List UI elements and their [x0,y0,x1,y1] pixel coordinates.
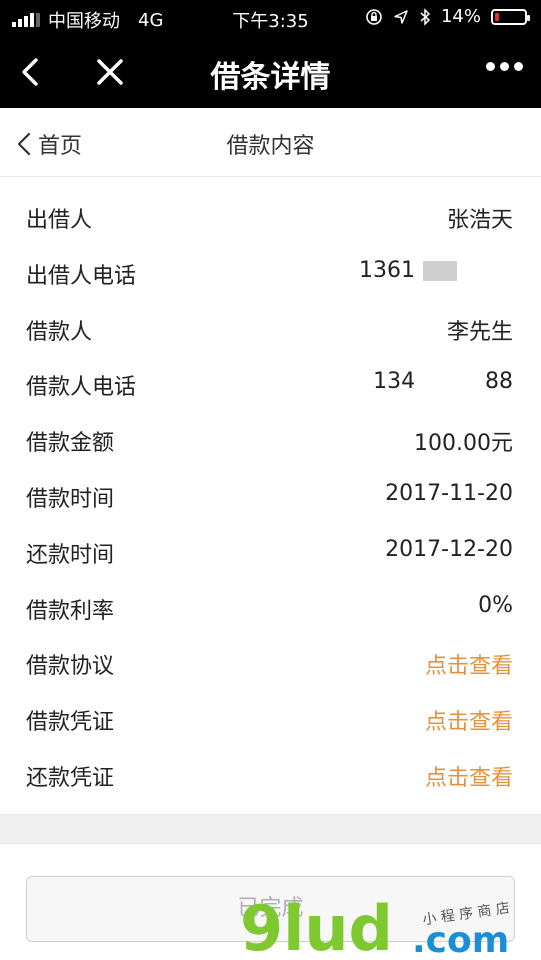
detail-row-interest-rate: 借款利率 0% [0,581,541,637]
row-label: 借款人电话 [26,375,137,401]
nav-title: 借条详情 [210,60,331,95]
row-label: 借款利率 [26,598,115,624]
row-label: 借款金额 [26,431,115,457]
view-repay-proof-link[interactable]: 点击查看 [425,760,513,792]
location-icon [394,9,408,24]
row-label: 出借人电话 [26,263,137,289]
row-value: 100.00元 [414,431,513,457]
row-label: 借款凭证 [26,710,115,736]
row-value: 张浩天 [446,208,513,233]
detail-row-lender-phone: 出借人电话 1361 [0,246,541,302]
detail-row-lender: 出借人 张浩天 [0,190,541,246]
battery-fill [495,12,500,21]
status-bar: 中国移动 4G 下午3:35 14% [0,0,541,36]
row-value: 李先生 [446,319,513,345]
row-label: 借款协议 [26,654,115,680]
section-divider [0,814,541,844]
row-value: 2017-11-20 [385,480,513,506]
row-value: 1361 [359,258,457,283]
nav-bar: 借条详情 [0,36,541,108]
detail-row-repay-proof: 还款凭证 点击查看 [0,748,541,804]
battery-percent: 14% [440,6,481,27]
detail-row-loan-date: 借款时间 2017-11-20 [0,469,541,525]
detail-list: 出借人 张浩天 出借人电话 1361 借款人 李先生 借款人电话 134 88 … [0,190,541,804]
detail-row-loan-proof: 借款凭证 点击查看 [0,692,541,748]
detail-row-borrower: 借款人 李先生 [0,302,541,358]
lock-rotation-icon [366,8,382,25]
detail-row-borrower-phone: 借款人电话 134 88 [0,357,541,413]
view-loan-proof-link[interactable]: 点击查看 [425,704,513,736]
privacy-mask [423,260,457,281]
view-agreement-link[interactable]: 点击查看 [425,648,513,680]
detail-row-amount: 借款金额 100.00元 [0,413,541,469]
row-label: 借款时间 [26,486,115,512]
row-label: 借款人 [26,319,93,345]
sub-header: 首页 借款内容 [0,108,541,177]
row-value: 0% [478,592,513,618]
row-value: 134 88 [373,369,513,395]
battery-icon [491,8,530,25]
row-label: 出借人 [26,208,93,233]
completed-status-button: 已完成 [26,876,515,942]
bluetooth-icon [420,7,431,26]
detail-row-repay-date: 还款时间 2017-12-20 [0,525,541,581]
row-label: 还款凭证 [26,765,115,791]
detail-row-agreement: 借款协议 点击查看 [0,636,541,692]
more-icon[interactable] [486,62,523,71]
section-title: 借款内容 [226,134,315,159]
row-label: 还款时间 [26,542,115,568]
row-value: 2017-12-20 [385,536,513,562]
